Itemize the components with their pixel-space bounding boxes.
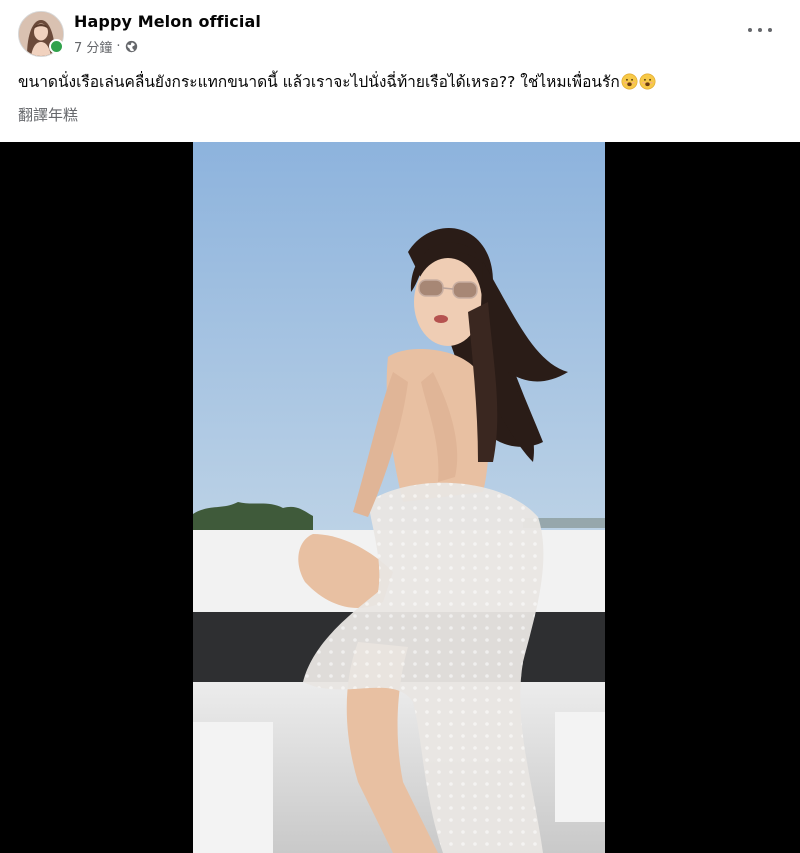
more-dot	[768, 28, 772, 32]
caption-text: ขนาดนั่งเรือเล่นคลื่นยังกระแทกขนาดนี้ แล…	[18, 73, 620, 91]
post-caption: ขนาดนั่งเรือเล่นคลื่นยังกระแทกขนาดนี้ แล…	[18, 69, 656, 94]
see-translation-link[interactable]: 翻譯年糕	[18, 104, 78, 125]
globe-icon	[125, 40, 139, 54]
more-dot	[748, 28, 752, 32]
hushed-face-emoji-icon	[639, 73, 656, 90]
facebook-post: Happy Melon official 7 分鐘 · ขนาดนั่งเรือ…	[0, 0, 800, 853]
more-dot	[758, 28, 762, 32]
author-name[interactable]: Happy Melon official	[74, 12, 261, 31]
meta-separator: ·	[116, 39, 121, 54]
author-avatar[interactable]	[18, 11, 64, 57]
video-frame[interactable]	[193, 142, 605, 853]
post-header: Happy Melon official 7 分鐘 ·	[0, 0, 800, 62]
video-player[interactable]	[0, 142, 800, 853]
more-options-icon[interactable]	[748, 20, 772, 40]
online-status-dot	[49, 39, 64, 54]
post-meta: 7 分鐘 ·	[74, 37, 139, 56]
hushed-face-emoji-icon	[621, 73, 638, 90]
video-still	[193, 142, 605, 853]
post-timestamp[interactable]: 7 分鐘	[74, 37, 112, 56]
